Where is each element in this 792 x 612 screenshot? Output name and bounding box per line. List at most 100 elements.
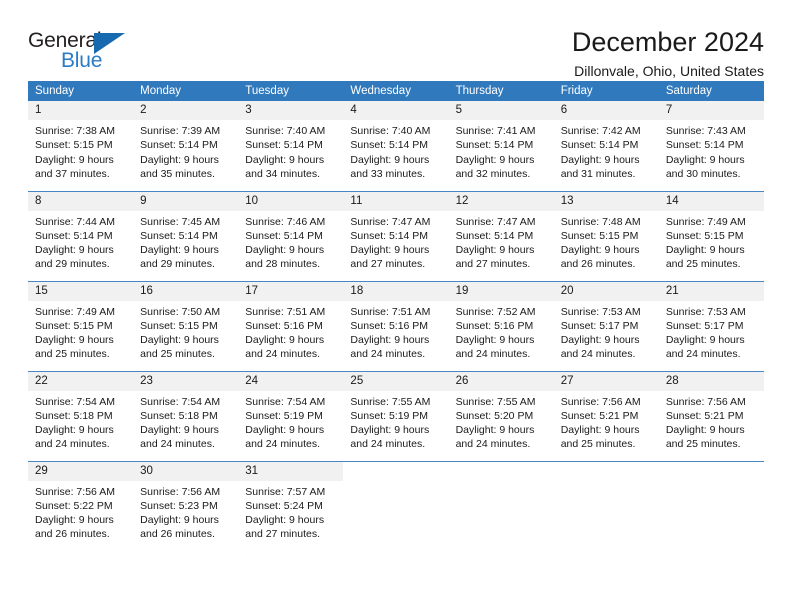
day-cell[interactable]: 4 Sunrise: 7:40 AM Sunset: 5:14 PM Dayli… bbox=[343, 101, 449, 191]
calendar-page: General Blue December 2024 Dillonvale, O… bbox=[0, 0, 792, 612]
day-cell[interactable]: 14 Sunrise: 7:49 AM Sunset: 5:15 PM Dayl… bbox=[658, 190, 764, 281]
sunrise-text: Sunrise: 7:42 AM bbox=[560, 125, 641, 137]
day-details: Sunrise: 7:56 AM Sunset: 5:22 PM Dayligh… bbox=[28, 481, 133, 542]
sunset-text: Sunset: 5:20 PM bbox=[455, 409, 534, 422]
sunrise-text: Sunrise: 7:49 AM bbox=[665, 215, 746, 228]
daylight-text-line1: Daylight: 9 hours bbox=[35, 244, 114, 257]
day-cell[interactable]: 8 Sunrise: 7:44 AM Sunset: 5:14 PM Dayli… bbox=[28, 190, 134, 281]
daylight-text-line1: Daylight: 9 hours bbox=[455, 424, 535, 437]
sunrise-text: Sunrise: 7:53 AM bbox=[560, 305, 641, 318]
day-cell[interactable]: 21 Sunrise: 7:53 AM Sunset: 5:17 PM Dayl… bbox=[658, 280, 764, 371]
day-number bbox=[343, 461, 449, 481]
day-details: Sunrise: 7:57 AM Sunset: 5:24 PM Dayligh… bbox=[238, 481, 343, 542]
daylight-text-line1: Daylight: 9 hours bbox=[455, 244, 535, 257]
day-cell[interactable]: 11 Sunrise: 7:47 AM Sunset: 5:14 PM Dayl… bbox=[343, 190, 449, 281]
day-cell[interactable]: 9 Sunrise: 7:45 AM Sunset: 5:14 PM Dayli… bbox=[133, 190, 239, 281]
calendar-week-row: 8 Sunrise: 7:44 AM Sunset: 5:14 PM Dayli… bbox=[28, 190, 764, 281]
sunset-text: Sunset: 5:16 PM bbox=[245, 319, 323, 332]
daylight-text-line1: Daylight: 9 hours bbox=[140, 244, 219, 257]
day-details: Sunrise: 7:50 AM Sunset: 5:15 PM Dayligh… bbox=[133, 301, 238, 362]
daylight-text-line2: and 24 minutes. bbox=[350, 348, 426, 361]
daylight-text-line2: and 26 minutes. bbox=[560, 258, 636, 271]
day-cell[interactable]: 2 Sunrise: 7:39 AM Sunset: 5:14 PM Dayli… bbox=[133, 101, 239, 191]
day-cell[interactable]: 12 Sunrise: 7:47 AM Sunset: 5:14 PM Dayl… bbox=[448, 190, 554, 281]
sunrise-text: Sunrise: 7:45 AM bbox=[140, 215, 221, 228]
day-cell[interactable]: 1 Sunrise: 7:38 AM Sunset: 5:15 PM Dayli… bbox=[28, 101, 134, 191]
day-cell[interactable]: 19 Sunrise: 7:52 AM Sunset: 5:16 PM Dayl… bbox=[448, 280, 554, 371]
generalblue-logo[interactable]: General Blue bbox=[28, 28, 140, 78]
sunrise-text: Sunrise: 7:55 AM bbox=[455, 395, 536, 408]
day-cell[interactable]: 20 Sunrise: 7:53 AM Sunset: 5:17 PM Dayl… bbox=[553, 280, 659, 371]
weekday-header-tuesday: Tuesday bbox=[238, 81, 344, 101]
daylight-text-line1: Daylight: 9 hours bbox=[350, 244, 430, 257]
daylight-text-line2: and 24 minutes. bbox=[35, 438, 110, 451]
sunset-text: Sunset: 5:19 PM bbox=[350, 409, 429, 422]
day-cell[interactable]: 23 Sunrise: 7:54 AM Sunset: 5:18 PM Dayl… bbox=[133, 370, 239, 461]
day-number: 18 bbox=[343, 281, 449, 301]
day-cell-empty bbox=[343, 460, 449, 551]
day-cell[interactable]: 22 Sunrise: 7:54 AM Sunset: 5:18 PM Dayl… bbox=[28, 370, 134, 461]
day-cell[interactable]: 15 Sunrise: 7:49 AM Sunset: 5:15 PM Dayl… bbox=[28, 280, 134, 371]
title-block: December 2024 Dillonvale, Ohio, United S… bbox=[571, 27, 764, 80]
sunrise-text: Sunrise: 7:51 AM bbox=[245, 305, 326, 318]
sunset-text: Sunset: 5:14 PM bbox=[245, 139, 323, 152]
daylight-text-line2: and 37 minutes. bbox=[35, 167, 110, 180]
logo-primary-text: General bbox=[28, 29, 102, 52]
day-number: 28 bbox=[658, 371, 764, 391]
daylight-text-line1: Daylight: 9 hours bbox=[245, 514, 325, 527]
sunset-text: Sunset: 5:14 PM bbox=[35, 229, 113, 242]
day-details: Sunrise: 7:43 AM Sunset: 5:14 PM Dayligh… bbox=[659, 120, 764, 181]
daylight-text-line2: and 24 minutes. bbox=[245, 438, 320, 451]
daylight-text-line2: and 25 minutes. bbox=[560, 438, 636, 451]
day-cell[interactable]: 17 Sunrise: 7:51 AM Sunset: 5:16 PM Dayl… bbox=[238, 280, 344, 371]
day-cell[interactable]: 25 Sunrise: 7:55 AM Sunset: 5:19 PM Dayl… bbox=[343, 370, 449, 461]
sunset-text: Sunset: 5:16 PM bbox=[350, 319, 429, 332]
day-cell[interactable]: 24 Sunrise: 7:54 AM Sunset: 5:19 PM Dayl… bbox=[238, 370, 344, 461]
day-number: 8 bbox=[28, 191, 134, 211]
day-number: 27 bbox=[553, 371, 659, 391]
day-number: 30 bbox=[133, 461, 239, 481]
day-number: 9 bbox=[133, 191, 239, 211]
weekday-header-row: Sunday Monday Tuesday Wednesday Thursday… bbox=[28, 81, 764, 101]
day-cell[interactable]: 5 Sunrise: 7:41 AM Sunset: 5:14 PM Dayli… bbox=[448, 101, 554, 191]
day-cell[interactable]: 13 Sunrise: 7:48 AM Sunset: 5:15 PM Dayl… bbox=[553, 190, 659, 281]
day-cell[interactable]: 27 Sunrise: 7:56 AM Sunset: 5:21 PM Dayl… bbox=[553, 370, 659, 461]
daylight-text-line1: Daylight: 9 hours bbox=[245, 153, 325, 166]
page-title: December 2024 bbox=[571, 27, 764, 57]
day-cell[interactable]: 28 Sunrise: 7:56 AM Sunset: 5:21 PM Dayl… bbox=[658, 370, 764, 461]
day-cell[interactable]: 29 Sunrise: 7:56 AM Sunset: 5:22 PM Dayl… bbox=[28, 460, 134, 551]
day-cell[interactable]: 26 Sunrise: 7:55 AM Sunset: 5:20 PM Dayl… bbox=[448, 370, 554, 461]
day-details: Sunrise: 7:55 AM Sunset: 5:19 PM Dayligh… bbox=[343, 391, 448, 452]
sunset-text: Sunset: 5:21 PM bbox=[560, 409, 639, 422]
sunset-text: Sunset: 5:18 PM bbox=[35, 409, 113, 422]
weekday-header-monday: Monday bbox=[133, 81, 239, 101]
sunrise-sunset-calendar: Sunday Monday Tuesday Wednesday Thursday… bbox=[28, 81, 764, 551]
day-details: Sunrise: 7:44 AM Sunset: 5:14 PM Dayligh… bbox=[28, 211, 133, 272]
day-cell[interactable]: 16 Sunrise: 7:50 AM Sunset: 5:15 PM Dayl… bbox=[133, 280, 239, 371]
daylight-text-line1: Daylight: 9 hours bbox=[560, 424, 640, 437]
day-cell-empty bbox=[448, 460, 554, 551]
day-number: 22 bbox=[28, 371, 134, 391]
calendar-week-row: 22 Sunrise: 7:54 AM Sunset: 5:18 PM Dayl… bbox=[28, 370, 764, 461]
daylight-text-line1: Daylight: 9 hours bbox=[140, 424, 219, 437]
day-number: 12 bbox=[448, 191, 554, 211]
day-cell[interactable]: 3 Sunrise: 7:40 AM Sunset: 5:14 PM Dayli… bbox=[238, 101, 344, 191]
day-cell[interactable]: 30 Sunrise: 7:56 AM Sunset: 5:23 PM Dayl… bbox=[133, 460, 239, 551]
day-cell[interactable]: 7 Sunrise: 7:43 AM Sunset: 5:14 PM Dayli… bbox=[658, 101, 764, 191]
sunrise-text: Sunrise: 7:55 AM bbox=[350, 395, 431, 408]
day-cell[interactable]: 6 Sunrise: 7:42 AM Sunset: 5:14 PM Dayli… bbox=[553, 101, 659, 191]
day-details: Sunrise: 7:42 AM Sunset: 5:14 PM Dayligh… bbox=[554, 120, 659, 181]
daylight-text-line1: Daylight: 9 hours bbox=[455, 334, 535, 347]
day-cell[interactable]: 10 Sunrise: 7:46 AM Sunset: 5:14 PM Dayl… bbox=[238, 190, 344, 281]
daylight-text-line1: Daylight: 9 hours bbox=[140, 153, 219, 166]
day-details: Sunrise: 7:53 AM Sunset: 5:17 PM Dayligh… bbox=[554, 301, 659, 362]
sunset-text: Sunset: 5:14 PM bbox=[665, 139, 744, 152]
sunset-text: Sunset: 5:15 PM bbox=[140, 319, 218, 332]
day-number: 17 bbox=[238, 281, 344, 301]
sunset-text: Sunset: 5:15 PM bbox=[35, 319, 113, 332]
day-cell[interactable]: 31 Sunrise: 7:57 AM Sunset: 5:24 PM Dayl… bbox=[238, 460, 344, 551]
weekday-header-wednesday: Wednesday bbox=[343, 81, 449, 101]
daylight-text-line1: Daylight: 9 hours bbox=[245, 244, 325, 257]
sunrise-text: Sunrise: 7:41 AM bbox=[455, 125, 536, 137]
day-cell[interactable]: 18 Sunrise: 7:51 AM Sunset: 5:16 PM Dayl… bbox=[343, 280, 449, 371]
